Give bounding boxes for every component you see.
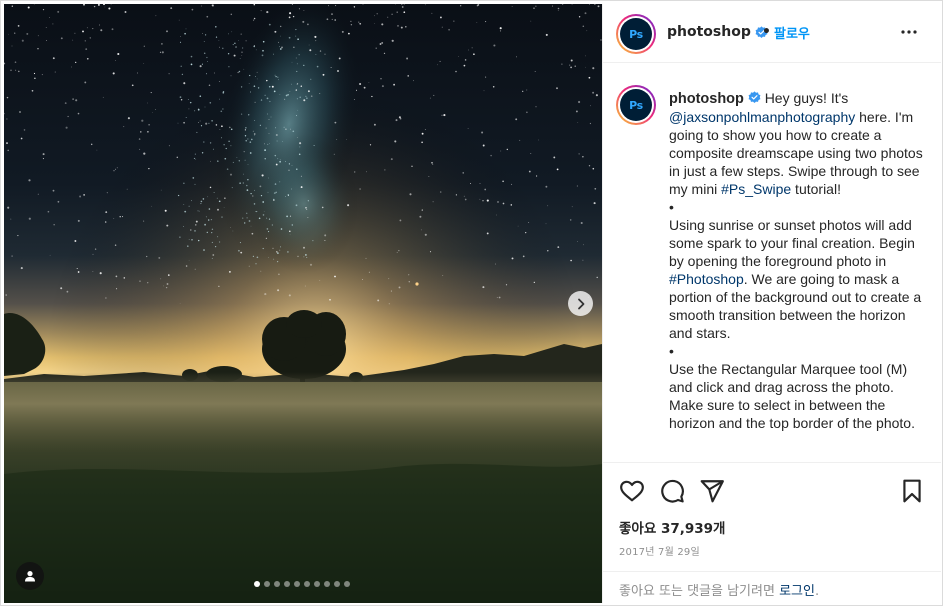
hashtag-link[interactable]: #Photoshop <box>669 271 744 287</box>
avatar[interactable]: Ps <box>616 14 656 54</box>
login-link[interactable]: 로그인 <box>779 584 815 599</box>
caption-text: Hey guys! It's <box>764 90 849 106</box>
heart-icon[interactable] <box>619 478 645 504</box>
login-prompt-text: 좋아요 또는 댓글을 남기려면 <box>619 584 780 599</box>
carousel-dot <box>264 581 270 587</box>
carousel-dot <box>334 581 340 587</box>
post-caption: photoshop Hey guys! It's @jaxsonpohlmanp… <box>669 89 931 432</box>
caption-text: tutorial! <box>791 181 841 197</box>
carousel-dot <box>304 581 310 587</box>
caption-username[interactable]: photoshop <box>669 91 744 107</box>
carousel-dot <box>284 581 290 587</box>
caption-bullet: • <box>669 199 674 215</box>
verified-badge-icon <box>748 91 761 104</box>
post-photo[interactable] <box>4 4 602 603</box>
post-actions: 좋아요 37,939개 2017년 7월 29일 좋아요 또는 댓글을 남기려면… <box>603 462 941 599</box>
hashtag-link[interactable]: #Ps_Swipe <box>721 181 791 197</box>
chevron-right-icon <box>577 298 584 309</box>
login-prompt-suffix: . <box>814 584 820 599</box>
post-frame: Ps photoshop • 팔로우 Ps photoshop Hey guys… <box>0 0 943 606</box>
post-side-panel: Ps photoshop • 팔로우 Ps photoshop Hey guys… <box>602 4 941 603</box>
more-options-icon[interactable] <box>899 22 919 42</box>
paper-plane-icon[interactable] <box>699 478 725 504</box>
follow-button[interactable]: 팔로우 <box>774 23 810 42</box>
carousel-next-button[interactable] <box>568 291 593 316</box>
landscape-night-sky-image <box>4 4 602 603</box>
carousel-dot <box>314 581 320 587</box>
post-date: 2017년 7월 29일 <box>619 547 700 558</box>
login-prompt: 좋아요 또는 댓글을 남기려면 로그인. <box>603 571 941 604</box>
comment-icon[interactable] <box>659 478 685 504</box>
header-username-row: photoshop <box>667 24 768 40</box>
caption-avatar[interactable]: Ps <box>616 85 656 125</box>
mention-link[interactable]: @jaxsonpohlmanphotography <box>669 109 855 125</box>
caption-text: Using sunrise or sunset photos will add … <box>669 217 915 269</box>
caption-bullet: • <box>669 343 674 359</box>
carousel-dot <box>324 581 330 587</box>
carousel-dot <box>254 581 260 587</box>
carousel-dot <box>294 581 300 587</box>
photoshop-logo-icon: Ps <box>620 18 652 50</box>
photoshop-logo-icon: Ps <box>620 89 652 121</box>
caption-text: Use the Rectangular Marquee tool (M) and… <box>669 361 915 431</box>
bookmark-icon[interactable] <box>899 478 925 504</box>
follow-separator: • <box>762 24 771 40</box>
carousel-dot <box>274 581 280 587</box>
carousel-dot <box>344 581 350 587</box>
caption-scroll-area[interactable]: Ps photoshop Hey guys! It's @jaxsonpohlm… <box>603 64 941 461</box>
likes-count[interactable]: 좋아요 37,939개 <box>619 517 725 537</box>
carousel-indicator <box>254 581 350 587</box>
user-tag-button[interactable] <box>16 562 44 590</box>
post-header: Ps photoshop • 팔로우 <box>603 4 941 63</box>
header-username[interactable]: photoshop <box>667 24 751 40</box>
user-tag-icon <box>25 571 35 582</box>
